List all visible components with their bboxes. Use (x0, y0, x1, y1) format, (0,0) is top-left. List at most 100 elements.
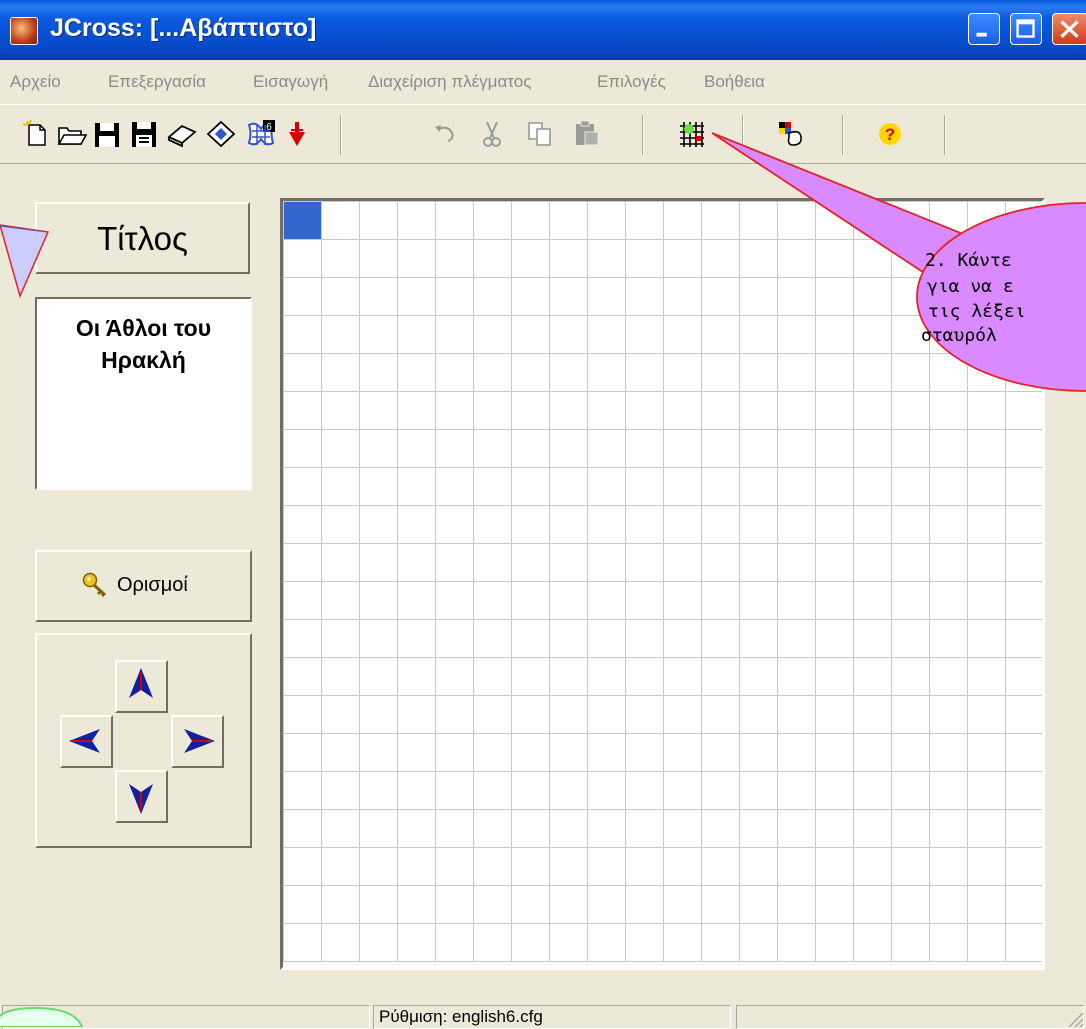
grid-cell[interactable] (283, 923, 322, 962)
resize-grip-icon[interactable] (1066, 1010, 1084, 1027)
grid-cell[interactable] (739, 467, 778, 506)
grid-cell[interactable] (549, 581, 588, 620)
grid-cell[interactable] (663, 201, 702, 240)
grid-cell[interactable] (549, 847, 588, 886)
grid-cell[interactable] (321, 543, 360, 582)
grid-cell[interactable] (891, 467, 930, 506)
grid-cell[interactable] (929, 353, 968, 392)
grid-cell[interactable] (397, 239, 436, 278)
grid-cell[interactable] (663, 505, 702, 544)
grid-cell[interactable] (891, 543, 930, 582)
grid-cell[interactable] (929, 315, 968, 354)
grid-cell[interactable] (853, 923, 892, 962)
grid-cell[interactable] (473, 505, 512, 544)
grid-cell[interactable] (739, 923, 778, 962)
grid-cell[interactable] (397, 429, 436, 468)
grid-cell[interactable] (777, 391, 816, 430)
grid-cell[interactable] (701, 277, 740, 316)
grid-cell[interactable] (511, 581, 550, 620)
grid-cell[interactable] (625, 353, 664, 392)
grid-cell[interactable] (549, 809, 588, 848)
grid-cell[interactable] (853, 391, 892, 430)
grid-cell[interactable] (815, 201, 854, 240)
grid-cell[interactable] (701, 239, 740, 278)
grid-cell[interactable] (663, 581, 702, 620)
grid-cell[interactable] (663, 429, 702, 468)
grid-cell[interactable] (435, 505, 474, 544)
grid-cell[interactable] (397, 581, 436, 620)
grid-cell[interactable] (929, 695, 968, 734)
grid-cell[interactable] (853, 695, 892, 734)
grid-cell[interactable] (815, 353, 854, 392)
grid-cell[interactable] (739, 581, 778, 620)
grid-cell[interactable] (967, 771, 1006, 810)
grid-cell[interactable] (587, 695, 626, 734)
grid-cell[interactable] (587, 353, 626, 392)
grid-cell[interactable] (625, 391, 664, 430)
grid-cell[interactable] (739, 847, 778, 886)
grid-cell[interactable] (739, 239, 778, 278)
grid-cell[interactable] (1005, 239, 1044, 278)
grid-cell[interactable] (283, 239, 322, 278)
grid-cell[interactable] (701, 619, 740, 658)
grid-cell[interactable] (815, 543, 854, 582)
grid-cell[interactable] (967, 391, 1006, 430)
grid-cell[interactable] (853, 581, 892, 620)
grid-cell[interactable] (397, 847, 436, 886)
grid-cell[interactable] (739, 315, 778, 354)
grid-cell[interactable] (815, 429, 854, 468)
grid-cell[interactable] (853, 771, 892, 810)
menu-options[interactable]: Επιλογές (597, 72, 666, 92)
grid-cell[interactable] (777, 885, 816, 924)
grid-cell[interactable] (511, 353, 550, 392)
grid-cell[interactable] (321, 771, 360, 810)
grid-cell[interactable] (359, 695, 398, 734)
grid-cell[interactable] (283, 391, 322, 430)
grid-cell[interactable] (435, 619, 474, 658)
grid-cell[interactable] (359, 885, 398, 924)
grid-cell[interactable] (473, 581, 512, 620)
grid-cell[interactable] (397, 733, 436, 772)
grid-cell[interactable] (397, 619, 436, 658)
grid-cell[interactable] (891, 809, 930, 848)
grid-cell[interactable] (663, 543, 702, 582)
grid-cell[interactable] (359, 771, 398, 810)
menu-manage-grid[interactable]: Διαχείριση πλέγματος (368, 72, 531, 92)
grid-cell[interactable] (967, 809, 1006, 848)
grid-cell[interactable] (1005, 201, 1044, 240)
grid-cell[interactable] (815, 315, 854, 354)
grid-cell[interactable] (891, 771, 930, 810)
paste-button[interactable] (570, 117, 604, 151)
grid-cell[interactable] (321, 885, 360, 924)
grid-cell[interactable] (929, 543, 968, 582)
grid-cell[interactable] (587, 619, 626, 658)
grid-cell[interactable] (321, 733, 360, 772)
grid-cell[interactable] (777, 657, 816, 696)
grid-cell[interactable] (587, 429, 626, 468)
grid-cell[interactable] (625, 771, 664, 810)
grid-cell[interactable] (701, 771, 740, 810)
grid-cell[interactable] (587, 657, 626, 696)
grid-cell[interactable] (815, 505, 854, 544)
grid-cell[interactable] (967, 695, 1006, 734)
grid-cell[interactable] (739, 201, 778, 240)
grid-cell[interactable] (625, 429, 664, 468)
grid-cell[interactable] (549, 391, 588, 430)
grid-cell[interactable] (359, 581, 398, 620)
grid-cell[interactable] (435, 885, 474, 924)
grid-cell[interactable] (473, 391, 512, 430)
grid-cell[interactable] (549, 695, 588, 734)
grid-cell[interactable] (777, 429, 816, 468)
grid-cell[interactable] (967, 315, 1006, 354)
grid-cell[interactable] (511, 885, 550, 924)
grid-cell[interactable] (815, 277, 854, 316)
menu-insert[interactable]: Εισαγωγή (253, 72, 328, 92)
grid-cell[interactable] (891, 695, 930, 734)
grid-cell[interactable] (777, 619, 816, 658)
grid-cell[interactable] (397, 467, 436, 506)
grid-cell[interactable] (663, 239, 702, 278)
grid-cell[interactable] (625, 201, 664, 240)
grid-cell[interactable] (739, 505, 778, 544)
grid-cell[interactable] (321, 391, 360, 430)
grid-cell[interactable] (625, 543, 664, 582)
